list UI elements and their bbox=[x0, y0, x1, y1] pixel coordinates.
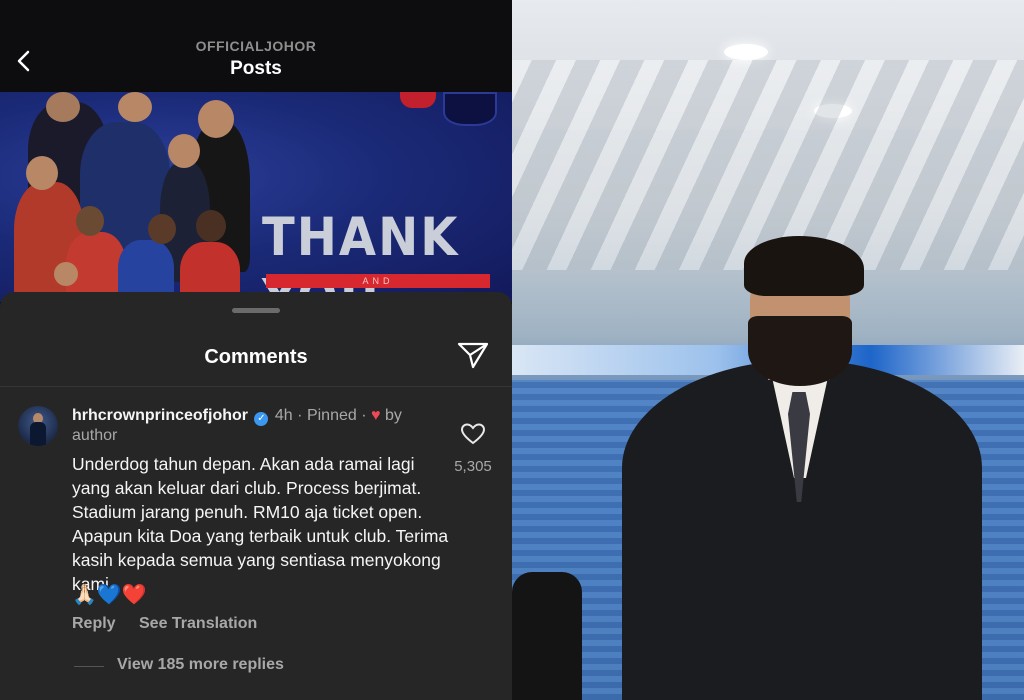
meta-separator: · bbox=[297, 407, 303, 424]
top-nav: OFFICIALJOHOR Posts bbox=[0, 0, 512, 92]
player-head bbox=[76, 206, 104, 236]
stadium-truss bbox=[512, 60, 1024, 270]
comment-meta: hrhcrownprinceofjohor ✓ 4h · Pinned · ♥ … bbox=[72, 406, 442, 446]
avatar[interactable] bbox=[18, 406, 58, 446]
comment-text: Underdog tahun depan. Akan ada ramai lag… bbox=[72, 454, 449, 594]
avatar-body bbox=[30, 422, 46, 446]
comment-time: 4h bbox=[274, 407, 293, 424]
comments-sheet: Comments hrhcrownprinceofjohor ✓ 4h · Pi… bbox=[0, 292, 512, 700]
divider bbox=[0, 386, 512, 387]
ceiling-light bbox=[724, 44, 768, 60]
drag-handle[interactable] bbox=[232, 308, 280, 313]
club-crest-icon bbox=[443, 92, 497, 126]
like-count: 5,305 bbox=[454, 458, 492, 475]
reply-button[interactable]: Reply bbox=[72, 615, 116, 633]
foreground-chair bbox=[512, 572, 582, 700]
comments-title: Comments bbox=[204, 346, 308, 368]
see-translation-button[interactable]: See Translation bbox=[139, 615, 257, 633]
player-head bbox=[26, 156, 58, 190]
verified-badge-icon: ✓ bbox=[254, 412, 269, 426]
comment-emojis: 🙏🏻💙❤️ bbox=[72, 584, 147, 606]
replies-line bbox=[74, 666, 104, 667]
club-emblem-red bbox=[400, 92, 436, 108]
post-banner-text: AND bbox=[362, 276, 394, 286]
instagram-screen: OFFICIALJOHOR Posts THANK YOU AND Commen… bbox=[0, 0, 512, 700]
heart-outline-icon[interactable] bbox=[460, 422, 486, 446]
meta-separator: · bbox=[361, 407, 367, 424]
stadium-photo bbox=[512, 0, 1024, 700]
page-title: Posts bbox=[230, 58, 282, 79]
post-banner: AND bbox=[266, 274, 490, 288]
account-name: OFFICIALJOHOR bbox=[195, 38, 317, 54]
red-heart-icon: ♥ bbox=[371, 407, 381, 424]
pinned-label: Pinned bbox=[306, 407, 357, 424]
man-beard bbox=[748, 316, 852, 386]
player-head bbox=[54, 262, 78, 286]
post-image[interactable]: THANK YOU AND bbox=[0, 92, 512, 302]
player-head bbox=[118, 92, 152, 122]
player-head bbox=[168, 134, 200, 168]
player-head bbox=[198, 100, 234, 138]
player-head bbox=[148, 214, 176, 244]
paper-plane-icon[interactable] bbox=[456, 340, 490, 370]
player-head bbox=[196, 210, 226, 242]
comment-username[interactable]: hrhcrownprinceofjohor bbox=[72, 407, 248, 424]
view-more-replies-button[interactable]: View 185 more replies bbox=[117, 656, 284, 674]
player-head bbox=[46, 92, 80, 122]
